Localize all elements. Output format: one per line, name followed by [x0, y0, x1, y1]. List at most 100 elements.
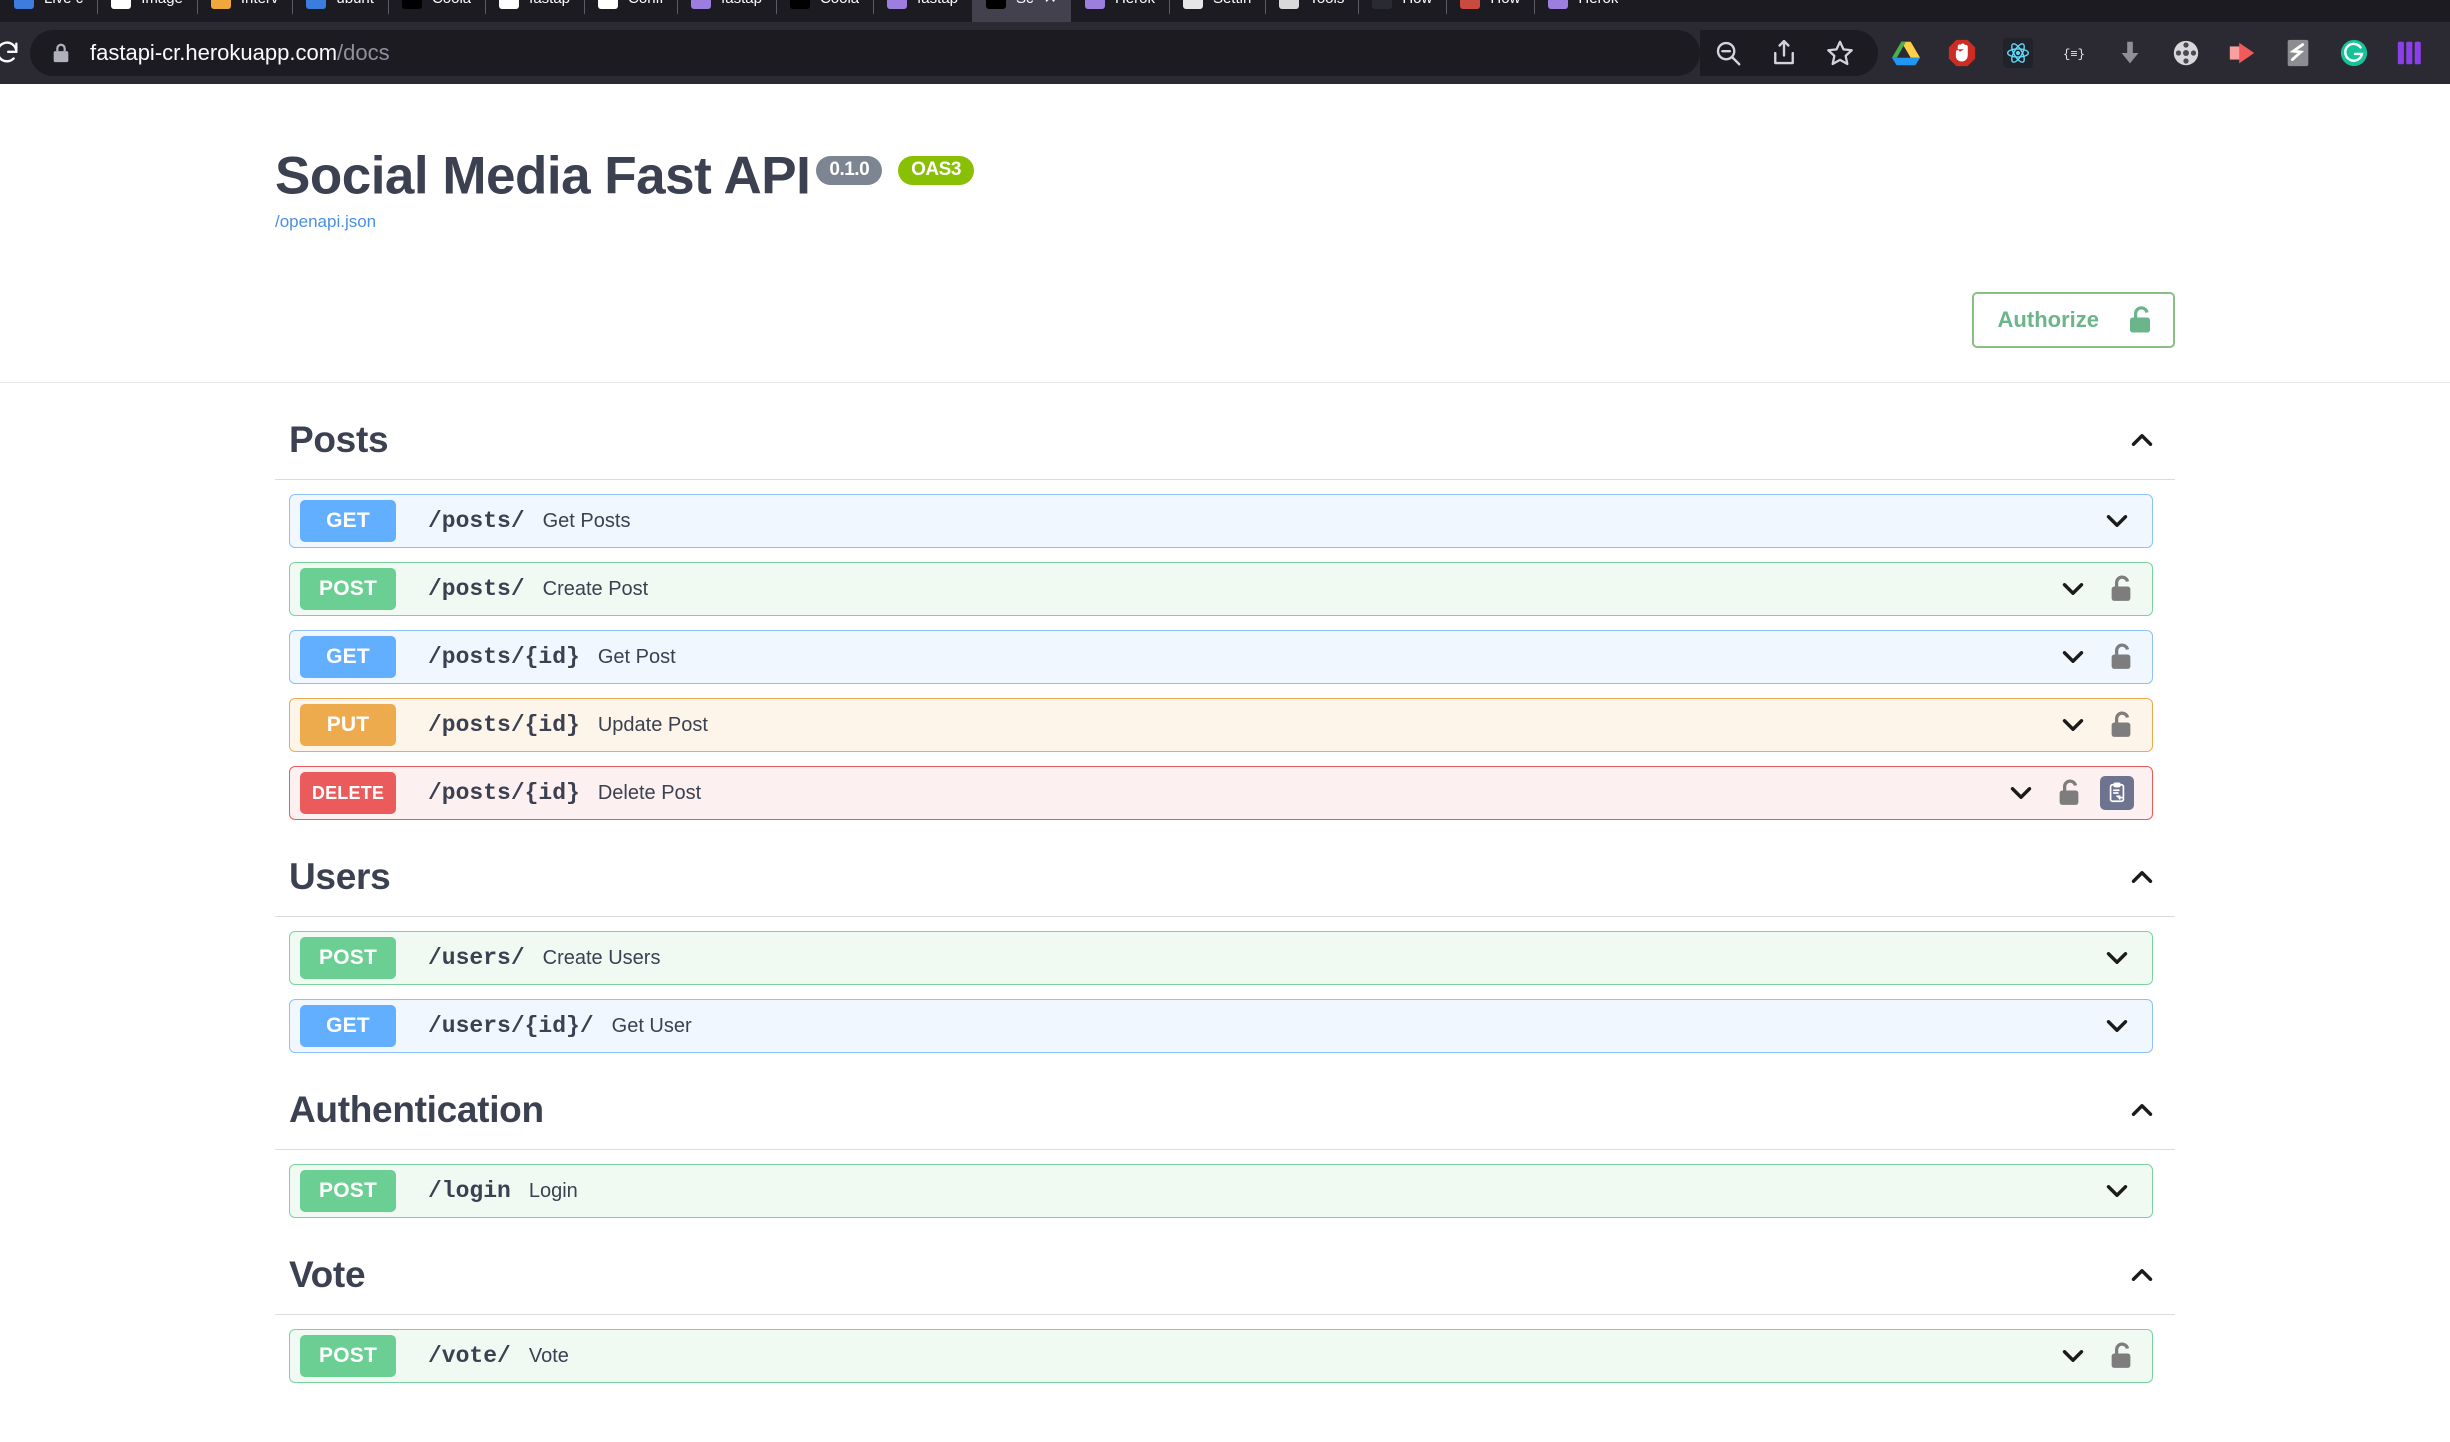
chevron-down-icon[interactable]	[2056, 1339, 2090, 1373]
browser-tab[interactable]: Image	[97, 0, 197, 22]
tag-header-vote[interactable]: Vote	[275, 1232, 2175, 1316]
ublock-origin-extension-icon[interactable]	[1941, 32, 1983, 74]
react-devtools-extension-icon[interactable]	[1997, 32, 2039, 74]
browser-tab[interactable]: Coola	[775, 0, 873, 22]
operation-path: /users/{id}/	[428, 1013, 594, 1040]
browser-tab[interactable]: How	[1446, 0, 1534, 22]
google-drive-extension-icon[interactable]	[1885, 32, 1927, 74]
json-formatter-extension-icon[interactable]: {≡}	[2053, 32, 2095, 74]
api-title-text: Social Media Fast API	[275, 146, 811, 206]
tab-manager-extension-icon[interactable]	[2389, 32, 2431, 74]
film-reel-extension-icon[interactable]	[2165, 32, 2207, 74]
operation-row[interactable]: GET/posts/{id} Get Post	[289, 630, 2153, 685]
site-security-padlock-icon	[50, 41, 72, 65]
operation-summary: Vote	[528, 1344, 569, 1367]
tab-favicon-icon	[598, 0, 619, 9]
reload-icon[interactable]	[0, 30, 30, 76]
zoom-out-icon[interactable]	[1707, 32, 1749, 74]
unlocked-padlock-icon[interactable]	[2108, 710, 2134, 740]
browser-tab[interactable]: Coola	[387, 0, 485, 22]
operation-row[interactable]: POST/login Login	[289, 1164, 2153, 1219]
api-tag-section: Authentication POST/login Login	[275, 1053, 2175, 1219]
tab-favicon-icon	[789, 0, 810, 9]
bookmark-star-icon[interactable]	[1819, 32, 1861, 74]
operation-row[interactable]: GET/posts/Get Posts	[289, 494, 2153, 549]
chevron-up-icon[interactable]	[2125, 1093, 2159, 1127]
unlocked-padlock-icon[interactable]	[2108, 642, 2134, 672]
browser-tab[interactable]: Herok	[1071, 0, 1169, 22]
tab-close-icon[interactable]: ✕	[1044, 0, 1057, 7]
operation-row[interactable]: DELETE/posts/{id} Delete Post	[289, 766, 2153, 821]
tab-title: Coola	[432, 0, 471, 8]
browser-tab[interactable]: Sc ✕	[972, 0, 1071, 22]
browser-tab[interactable]: Confi	[584, 0, 677, 22]
browser-tab[interactable]: Interv	[196, 0, 293, 22]
tag-header-authentication[interactable]: Authentication	[275, 1067, 2175, 1151]
address-bar[interactable]: fastapi-cr.herokuapp.com/docs	[30, 30, 1700, 76]
chevron-down-icon[interactable]	[2100, 1009, 2134, 1043]
copy-to-clipboard-icon[interactable]	[2100, 776, 2134, 811]
chevron-down-icon[interactable]	[2056, 640, 2090, 674]
tag-header-users[interactable]: Users	[275, 834, 2175, 918]
operation-summary: Get Post	[597, 645, 676, 668]
tab-title: Coola	[820, 0, 859, 8]
browser-tab[interactable]: fastap	[677, 0, 776, 22]
chevron-down-icon[interactable]	[2056, 572, 2090, 606]
browser-tab[interactable]: fastap	[485, 0, 584, 22]
browser-tab[interactable]: Tools	[1265, 0, 1358, 22]
operation-row[interactable]: POST/vote/Vote	[289, 1329, 2153, 1384]
tab-favicon-icon	[887, 0, 908, 9]
chevron-down-icon[interactable]	[2056, 708, 2090, 742]
chevron-down-icon[interactable]	[2004, 776, 2038, 810]
http-method-badge: GET	[300, 500, 396, 543]
chevron-up-icon[interactable]	[2125, 423, 2159, 457]
chevron-down-icon[interactable]	[2100, 504, 2134, 538]
operation-path: /vote/	[428, 1343, 511, 1370]
operation-summary: Create Users	[542, 946, 661, 969]
operation-row[interactable]: GET/users/{id}/ Get User	[289, 999, 2153, 1054]
browser-tab[interactable]: Settin	[1168, 0, 1265, 22]
swagger-ui-page: Social Media Fast API 0.1.0 OAS3 /openapi.…	[0, 84, 2450, 1442]
chevron-down-icon[interactable]	[2100, 1174, 2134, 1208]
stylus-extension-icon[interactable]	[2277, 32, 2319, 74]
operation-summary: Login	[528, 1179, 578, 1202]
openapi-spec-link[interactable]: /openapi.json	[275, 212, 376, 232]
api-title-row: Social Media Fast API 0.1.0 OAS3	[275, 144, 2175, 204]
operation-row[interactable]: PUT/posts/{id} Update Post	[289, 698, 2153, 753]
chevron-up-icon[interactable]	[2125, 1258, 2159, 1292]
tab-favicon-icon	[986, 0, 1007, 9]
tab-favicon-icon	[401, 0, 422, 9]
tab-title: How	[1402, 0, 1432, 8]
share-icon[interactable]	[1763, 32, 1805, 74]
operation-row-icons	[2056, 1339, 2152, 1373]
browser-tab[interactable]: ubunt	[292, 0, 388, 22]
operation-path: /users/	[428, 945, 525, 972]
browser-navigation-bar: fastapi-cr.herokuapp.com/docs {≡}	[0, 22, 2450, 84]
chevron-up-icon[interactable]	[2125, 860, 2159, 894]
chevron-down-icon[interactable]	[2100, 941, 2134, 975]
authorize-button[interactable]: Authorize	[1971, 292, 2175, 349]
video-speed-extension-icon[interactable]	[2221, 32, 2263, 74]
browser-tab[interactable]: Herok	[1534, 0, 1632, 22]
unlocked-padlock-icon[interactable]	[2056, 778, 2082, 808]
download-manager-extension-icon[interactable]	[2109, 32, 2151, 74]
operation-summary: Get User	[611, 1014, 692, 1037]
tag-header-posts[interactable]: Posts	[275, 397, 2175, 481]
operation-path: /posts/	[428, 576, 525, 603]
api-tag-section: Vote POST/vote/Vote	[275, 1218, 2175, 1384]
tab-title: fastap	[917, 0, 958, 8]
tab-favicon-icon	[1084, 0, 1105, 9]
tab-favicon-icon	[499, 0, 520, 9]
operation-row[interactable]: POST/users/Create Users	[289, 931, 2153, 986]
http-method-badge: POST	[300, 1170, 396, 1213]
unlocked-padlock-icon[interactable]	[2108, 574, 2134, 604]
url-path: /docs	[337, 40, 390, 65]
tab-favicon-icon	[306, 0, 327, 9]
tab-title: Confi	[628, 0, 663, 8]
grammarly-extension-icon[interactable]	[2333, 32, 2375, 74]
browser-tab[interactable]: Live c	[0, 0, 97, 22]
operation-row[interactable]: POST/posts/Create Post	[289, 562, 2153, 617]
browser-tab[interactable]: fastap	[873, 0, 972, 22]
browser-tab[interactable]: How	[1358, 0, 1446, 22]
unlocked-padlock-icon[interactable]	[2108, 1341, 2134, 1371]
